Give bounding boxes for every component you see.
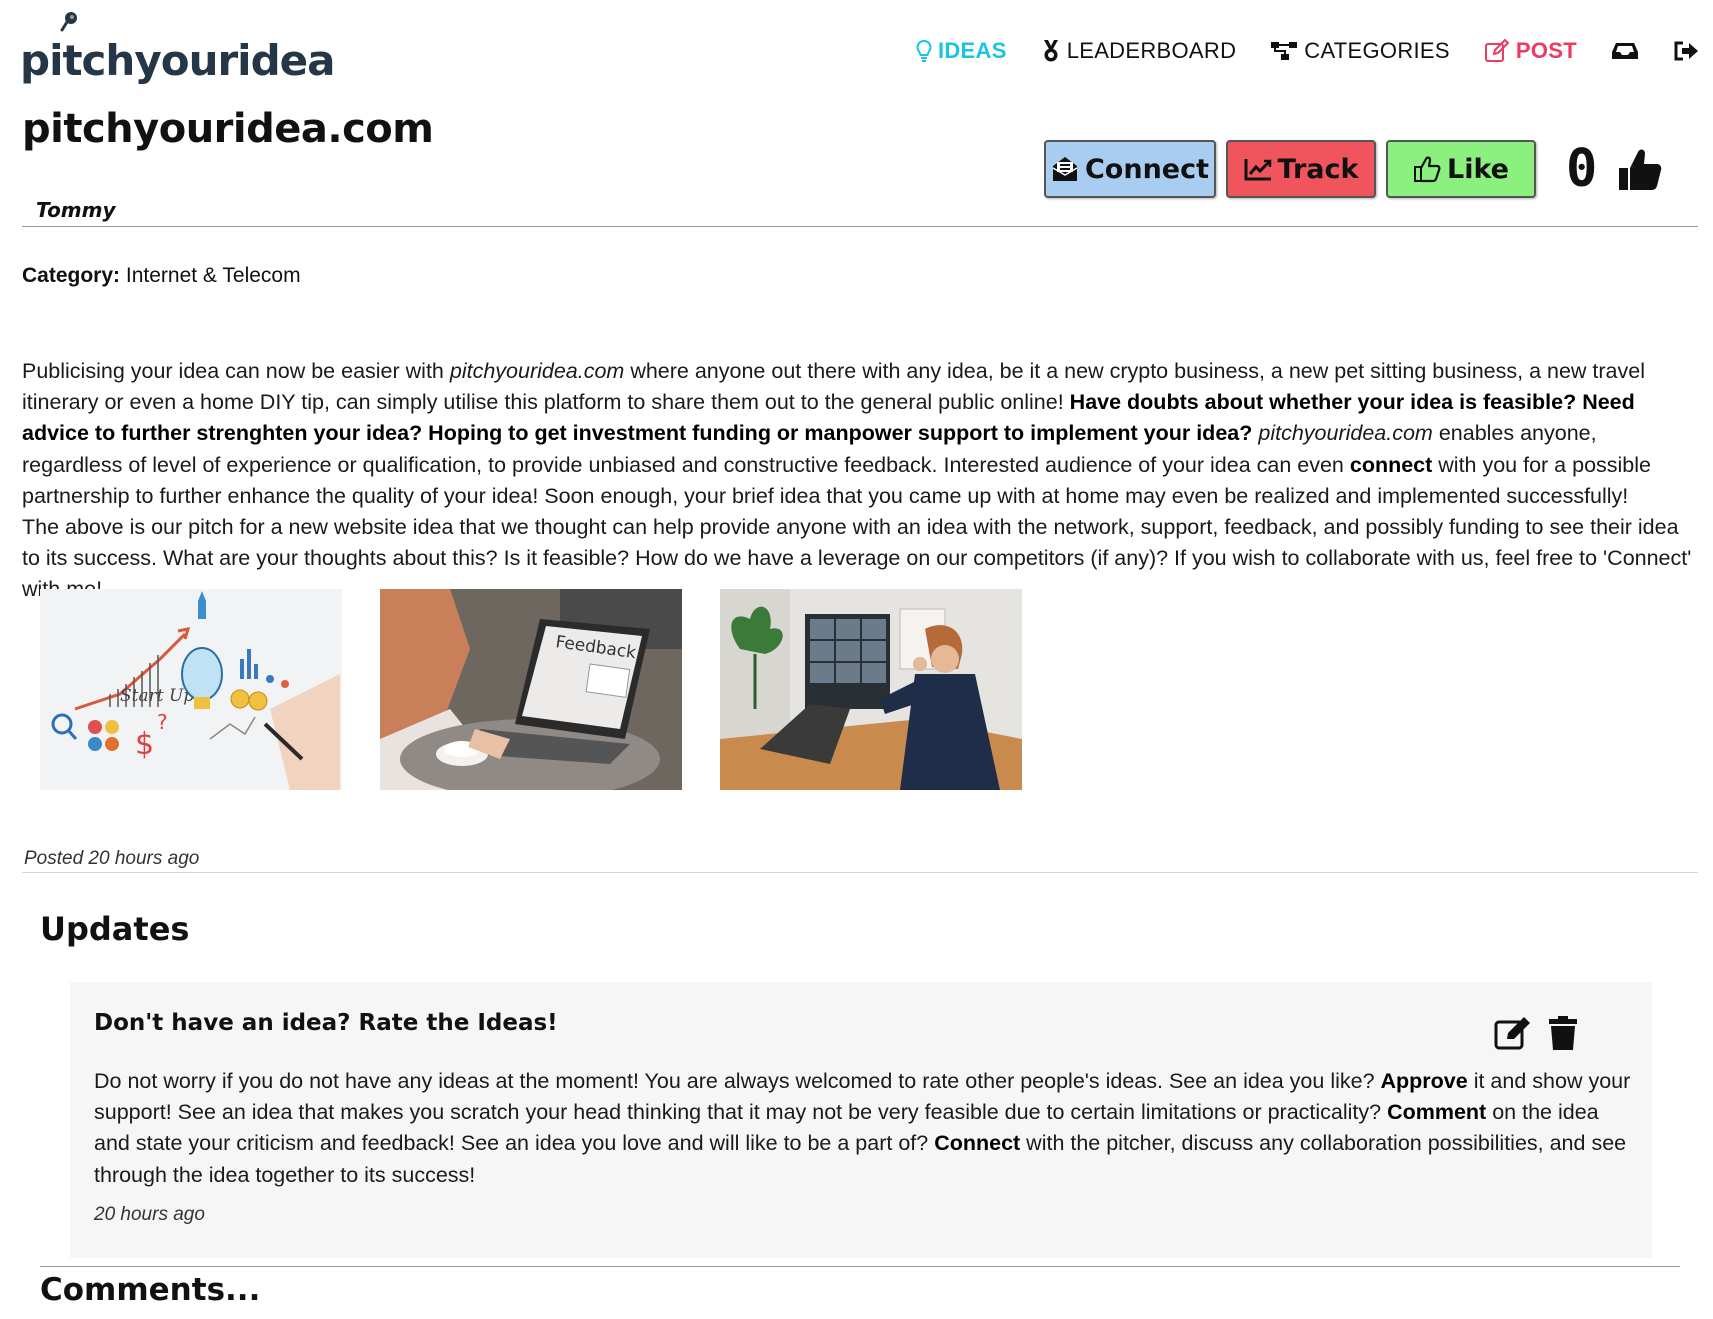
update-title: Don't have an idea? Rate the Ideas! [94,1010,558,1036]
category-value[interactable]: Internet & Telecom [126,264,301,287]
comments-heading: Comments... [40,1272,261,1308]
update-bold-comment: Comment [1387,1100,1487,1125]
idea-image-videocall[interactable] [720,589,1022,790]
svg-text:$: $ [135,727,154,762]
comments-divider [40,1266,1680,1267]
track-button[interactable]: Track [1226,140,1376,198]
idea-image-feedback[interactable]: Feedback [380,589,682,790]
svg-text:?: ? [157,710,168,734]
medal-icon [1043,40,1058,62]
idea-category: Category: Internet & Telecom [22,264,301,288]
posted-divider [22,872,1698,873]
idea-actions: Connect Track Like 0 [1044,140,1663,198]
inbox-icon [1612,43,1638,59]
updates-heading: Updates [40,910,190,948]
nav-ideas[interactable]: IDEAS [916,38,1007,64]
trash-icon[interactable] [1548,1016,1578,1050]
nav-categories[interactable]: CATEGORIES [1270,38,1450,64]
idea-images: Start Up $ ? Feedback [40,589,1022,790]
lightbulb-icon [916,39,932,62]
chart-line-icon [1244,159,1271,181]
edit-icon[interactable] [1494,1016,1532,1050]
update-bold-connect: Connect [934,1131,1021,1156]
update-card: Don't have an idea? Rate the Ideas! Do n… [70,982,1652,1258]
nav-inbox[interactable] [1611,41,1639,61]
edit-icon [1484,39,1510,62]
sitemap-icon [1271,42,1298,60]
logo-text: pitchyouridea [20,36,335,85]
nav-logout[interactable] [1673,40,1699,62]
update-time: 20 hours ago [94,1204,205,1225]
connect-label: Connect [1084,153,1210,185]
logout-icon [1674,41,1698,61]
like-label: Like [1446,153,1509,185]
track-label: Track [1277,153,1359,185]
nav-leaderboard-label: LEADERBOARD [1066,38,1237,63]
update-bold-approve: Approve [1380,1069,1468,1093]
idea-image-startup[interactable]: Start Up $ ? [40,589,342,790]
connect-button[interactable]: Connect [1044,140,1216,198]
envelope-open-icon [1052,157,1078,181]
nav-ideas-label: IDEAS [937,38,1007,63]
microphone-icon [60,12,77,32]
idea-author[interactable]: Tommy [36,198,116,222]
description-bold-connect: connect [1349,452,1433,477]
category-label: Category: [22,264,121,287]
update-body: Do not worry if you do not have any idea… [94,1069,1631,1187]
nav-leaderboard[interactable]: LEADERBOARD [1041,38,1237,64]
image-startup-text: Start Up [120,686,194,706]
main-nav: IDEAS LEADERBOARD CATEGORIES POST [916,38,1699,64]
thumbs-up-outline-icon [1413,156,1441,183]
site-name: pitchyouridea.com [1258,421,1433,446]
description-paragraph-1: Publicising your idea can now be easier … [22,359,1651,508]
like-count: 0 [1566,139,1598,199]
nav-post-label: POST [1515,38,1577,63]
nav-post[interactable]: POST [1484,38,1577,64]
idea-title: pitchyouridea.com [22,106,434,152]
site-logo[interactable]: pitchyouridea [20,12,335,85]
site-name: pitchyouridea.com [449,359,625,383]
nav-categories-label: CATEGORIES [1304,38,1450,63]
update-tools [1494,1016,1578,1050]
like-button[interactable]: Like [1386,140,1536,198]
title-divider [22,226,1698,227]
thumbs-up-icon [1619,149,1662,190]
posted-time: Posted 20 hours ago [24,848,200,869]
idea-description: Publicising your idea can now be easier … [22,356,1692,606]
